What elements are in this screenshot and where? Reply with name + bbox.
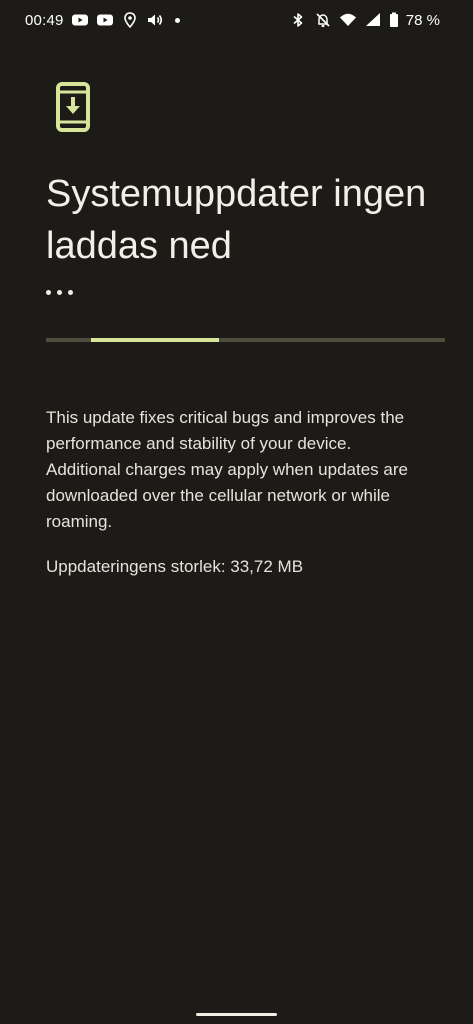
youtube-icon (71, 11, 89, 29)
notification-dot (174, 17, 180, 23)
cellular-icon (364, 11, 382, 29)
update-size-label: Uppdateringens storlek: 33,72 MB (46, 557, 304, 576)
status-left: 00:49 (25, 11, 180, 29)
status-right: 78 % (289, 11, 440, 29)
system-update-icon (55, 81, 91, 133)
gesture-navigation-handle[interactable] (196, 1013, 277, 1016)
ellipsis-dot (68, 290, 73, 295)
volume-icon (146, 11, 164, 29)
location-icon (121, 11, 139, 29)
ellipsis-dot (46, 290, 51, 295)
wifi-icon (339, 11, 357, 29)
download-progress-bar (46, 338, 445, 342)
battery-percent: 78 % (405, 11, 440, 29)
progress-indicator (91, 338, 219, 342)
update-description: This update fixes critical bugs and impr… (46, 408, 408, 531)
page-title: Systemuppdater ingen laddas ned (46, 173, 427, 267)
loading-ellipsis (46, 290, 73, 295)
ellipsis-dot (57, 290, 62, 295)
notifications-off-icon (314, 11, 332, 29)
bluetooth-icon (289, 11, 307, 29)
status-bar: 00:49 78 % (0, 0, 473, 40)
battery-icon (389, 11, 399, 29)
youtube-icon (96, 11, 114, 29)
clock: 00:49 (25, 11, 64, 29)
